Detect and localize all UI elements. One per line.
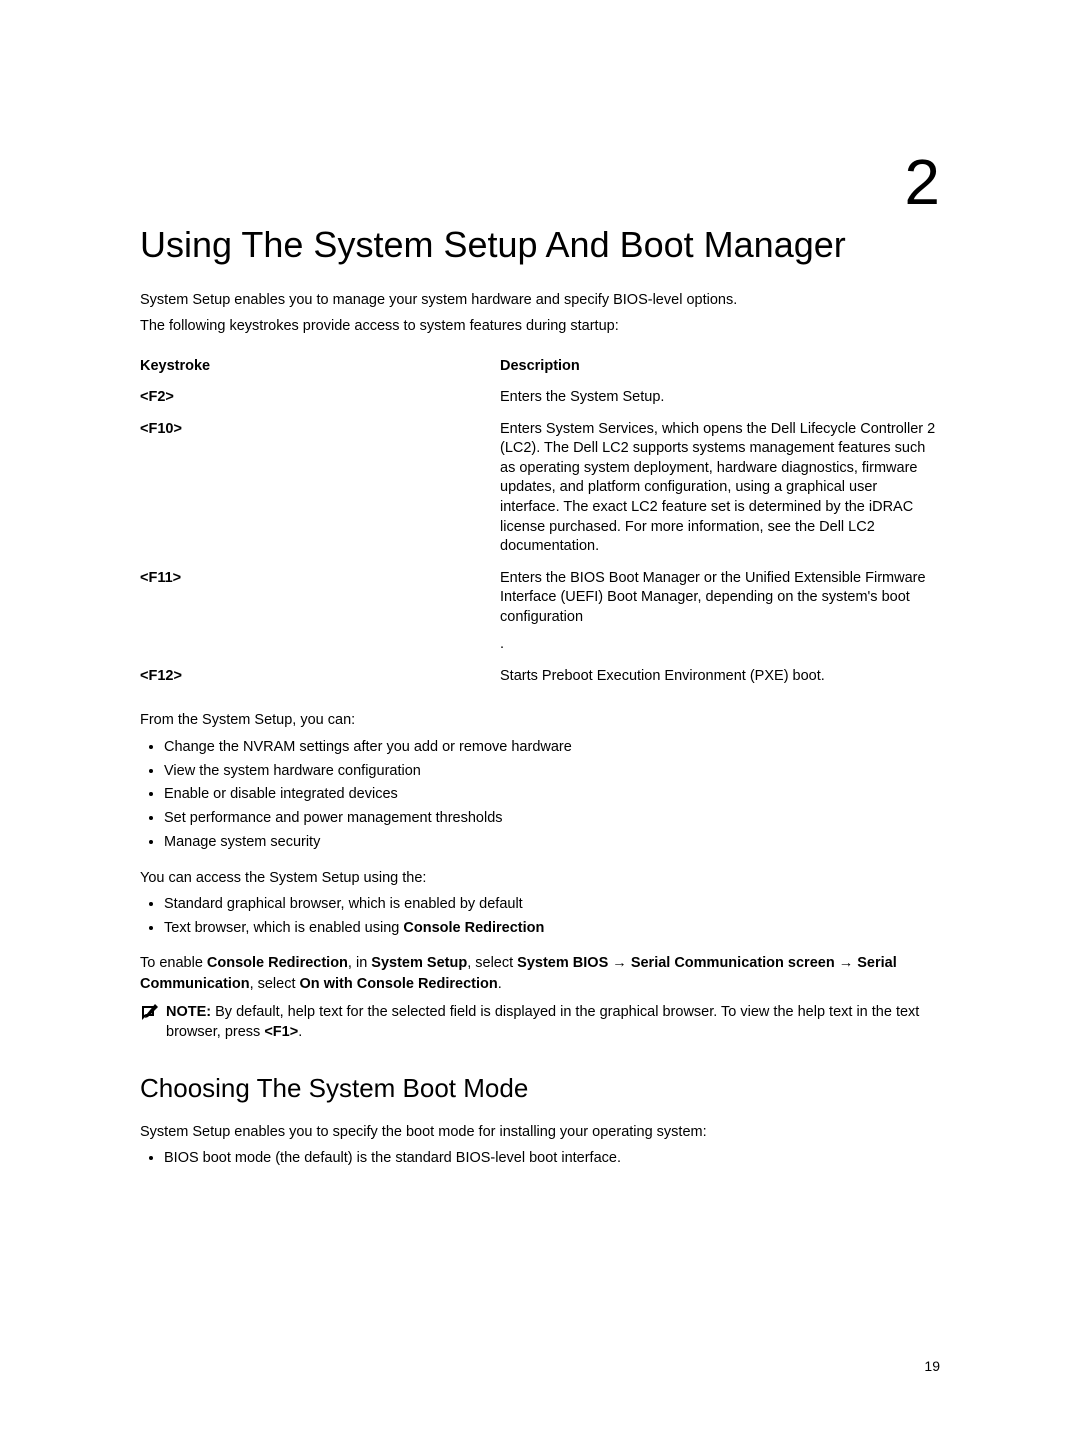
note-tail: .: [298, 1024, 302, 1040]
table-row: <F12> Starts Preboot Execution Environme…: [140, 661, 940, 693]
keystroke-cell: <F11>: [140, 563, 500, 661]
bold-span: System BIOS: [517, 955, 608, 971]
list-item: Manage system security: [164, 832, 940, 854]
section2-paragraph: System Setup enables you to specify the …: [140, 1122, 940, 1142]
arrow-span: →: [835, 955, 858, 971]
access-paragraph: You can access the System Setup using th…: [140, 868, 940, 888]
list-item-text: Text browser, which is enabled using: [164, 920, 403, 936]
trailing-dot: .: [500, 636, 504, 652]
chapter-number: 2: [140, 150, 940, 214]
intro-paragraph-2: The following keystrokes provide access …: [140, 316, 940, 336]
list-item-bold: Console Redirection: [403, 920, 544, 936]
list-item: Set performance and power management thr…: [164, 808, 940, 830]
description-cell: Enters the System Setup.: [500, 382, 940, 414]
page-title: Using The System Setup And Boot Manager: [140, 224, 940, 266]
bold-span: System Setup: [371, 955, 467, 971]
table-row: <F10> Enters System Services, which open…: [140, 414, 940, 563]
table-row: <F11> Enters the BIOS Boot Manager or th…: [140, 563, 940, 661]
section-heading-boot-mode: Choosing The System Boot Mode: [140, 1073, 940, 1104]
bold-span: Console Redirection: [207, 955, 348, 971]
arrow-span: →: [608, 955, 631, 971]
bold-span: Serial Communication screen: [631, 955, 835, 971]
note-key: <F1>: [264, 1024, 298, 1040]
text-span: To enable: [140, 955, 207, 971]
text-span: .: [498, 976, 502, 992]
list-item: Change the NVRAM settings after you add …: [164, 737, 940, 759]
list-item: Enable or disable integrated devices: [164, 784, 940, 806]
capabilities-list: Change the NVRAM settings after you add …: [140, 737, 940, 854]
keystroke-cell: <F2>: [140, 382, 500, 414]
access-list: Standard graphical browser, which is ena…: [140, 894, 940, 940]
table-row: <F2> Enters the System Setup.: [140, 382, 940, 414]
text-span: , select: [250, 976, 300, 992]
bold-span: On with Console Redirection: [300, 976, 498, 992]
note-block: NOTE: By default, help text for the sele…: [140, 1002, 940, 1043]
enable-console-paragraph: To enable Console Redirection, in System…: [140, 953, 940, 994]
list-item: Standard graphical browser, which is ena…: [164, 894, 940, 916]
description-cell: Enters System Services, which opens the …: [500, 414, 940, 563]
description-cell: Enters the BIOS Boot Manager or the Unif…: [500, 563, 940, 661]
note-label: NOTE:: [166, 1004, 211, 1020]
table-header-description: Description: [500, 351, 940, 383]
keystroke-table: Keystroke Description <F2> Enters the Sy…: [140, 351, 940, 693]
list-item: View the system hardware configuration: [164, 761, 940, 783]
text-span: , in: [348, 955, 371, 971]
table-header-row: Keystroke Description: [140, 351, 940, 383]
note-text: NOTE: By default, help text for the sele…: [166, 1002, 940, 1043]
description-cell: Starts Preboot Execution Environment (PX…: [500, 661, 940, 693]
table-header-keystroke: Keystroke: [140, 351, 500, 383]
list-item: Text browser, which is enabled using Con…: [164, 918, 940, 940]
description-text: Enters the BIOS Boot Manager or the Unif…: [500, 570, 926, 625]
boot-mode-list: BIOS boot mode (the default) is the stan…: [140, 1148, 940, 1170]
text-span: , select: [467, 955, 517, 971]
page-number: 19: [924, 1358, 940, 1374]
list-item: BIOS boot mode (the default) is the stan…: [164, 1148, 940, 1170]
keystroke-cell: <F10>: [140, 414, 500, 563]
note-icon: [140, 1002, 160, 1022]
after-table-paragraph: From the System Setup, you can:: [140, 710, 940, 730]
intro-paragraph-1: System Setup enables you to manage your …: [140, 290, 940, 310]
keystroke-cell: <F12>: [140, 661, 500, 693]
